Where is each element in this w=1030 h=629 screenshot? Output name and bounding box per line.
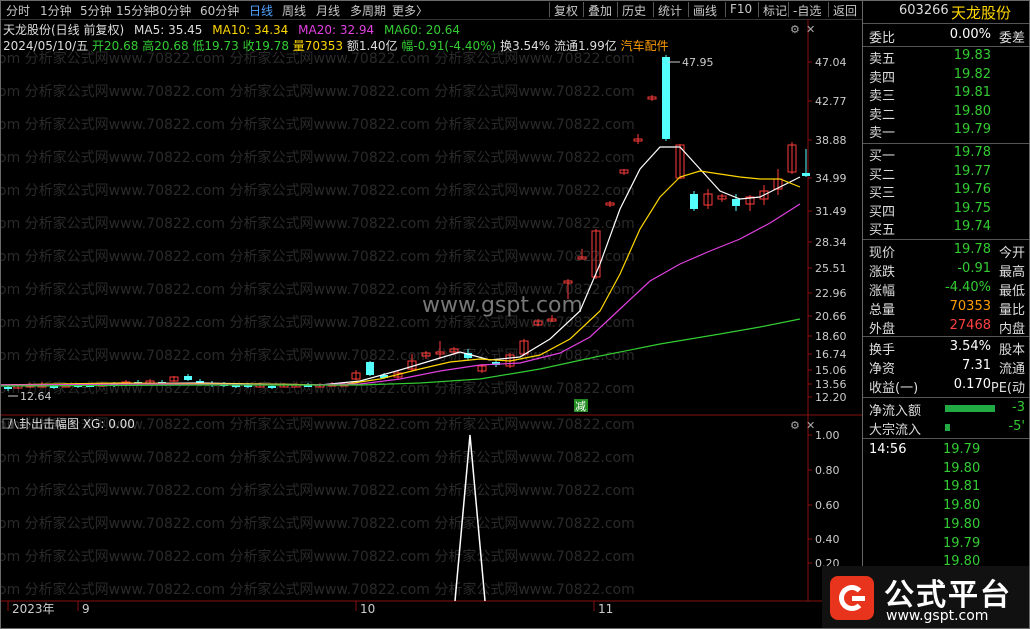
window-frame	[0, 0, 1030, 629]
